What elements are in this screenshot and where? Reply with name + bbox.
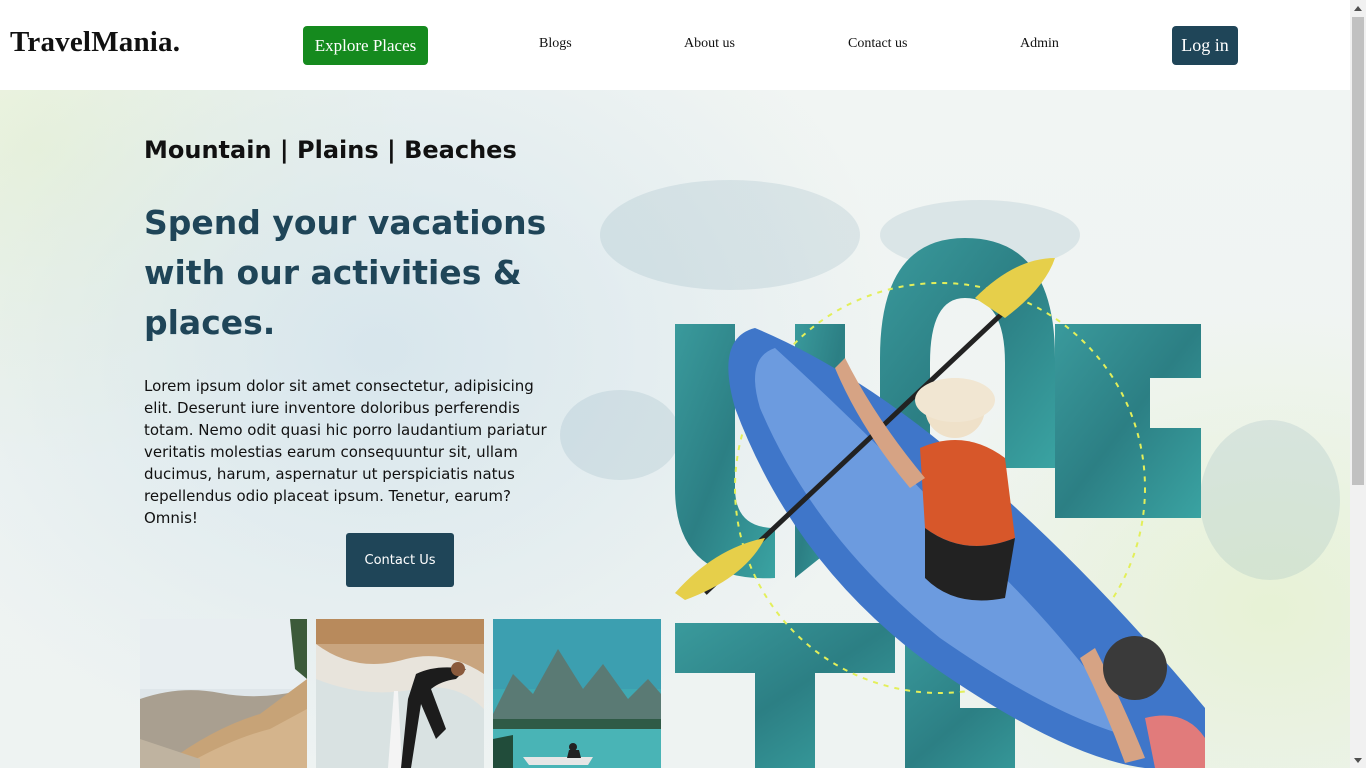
world-map-decoration [560, 390, 680, 480]
hero-tagline: Mountain | Plains | Beaches [144, 136, 517, 164]
site-logo[interactable]: TravelMania. [10, 26, 180, 59]
scroll-up-arrow-icon[interactable] [1350, 0, 1366, 16]
scrollbar-thumb[interactable] [1352, 17, 1364, 485]
site-header: TravelMania. Explore Places Blogs About … [0, 0, 1350, 90]
explore-places-button[interactable]: Explore Places [303, 26, 428, 65]
hero-headline: Spend your vacations with our activities… [144, 203, 547, 342]
scroll-down-arrow-icon[interactable] [1350, 752, 1366, 768]
hero-description: Lorem ipsum dolor sit amet consectetur, … [144, 377, 547, 527]
nav-link-contact-us[interactable]: Contact us [848, 36, 908, 52]
world-map-decoration [1200, 420, 1340, 580]
kayaker-hero-image [675, 238, 1205, 768]
surfer-image [316, 619, 484, 768]
nav-link-about-us[interactable]: About us [684, 36, 735, 52]
page-scrollbar[interactable] [1350, 0, 1366, 768]
coastal-cliffs-image [140, 619, 307, 768]
nav-link-admin[interactable]: Admin [1020, 36, 1059, 52]
contact-us-button[interactable]: Contact Us [346, 533, 454, 587]
mountain-lake-image [493, 619, 661, 768]
login-button[interactable]: Log in [1172, 26, 1238, 65]
nav-link-blogs[interactable]: Blogs [539, 36, 572, 52]
hero-section: Mountain | Plains | Beaches Spend your v… [0, 90, 1350, 768]
